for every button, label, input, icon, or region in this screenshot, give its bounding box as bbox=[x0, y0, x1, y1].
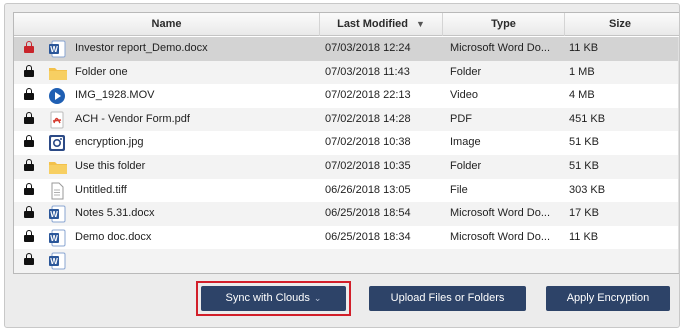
lock-icon bbox=[24, 108, 38, 132]
file-last-modified: 06/25/2018 18:54 bbox=[325, 207, 411, 220]
pdf-icon bbox=[48, 111, 68, 129]
word-doc-icon: W bbox=[48, 40, 68, 58]
vertical-scrollbar[interactable] bbox=[678, 37, 679, 273]
file-name: encryption.jpg bbox=[75, 136, 144, 149]
lock-icon bbox=[24, 249, 38, 273]
file-name: Use this folder bbox=[75, 160, 146, 172]
lock-icon bbox=[24, 226, 38, 250]
file-name: Folder one bbox=[75, 65, 128, 78]
folder-icon bbox=[48, 158, 68, 176]
table-row[interactable]: Use this folder 07/02/2018 10:35 Folder 51 … bbox=[14, 155, 678, 179]
file-size: 1 MB bbox=[569, 65, 595, 78]
svg-text:W: W bbox=[50, 45, 58, 54]
column-header-name[interactable]: Name bbox=[14, 13, 320, 36]
file-size: 4 MB bbox=[569, 89, 595, 102]
file-icon bbox=[48, 182, 68, 200]
file-name: Untitled.tiff bbox=[75, 183, 127, 196]
column-header-last-modified[interactable]: Last Modified ▼ bbox=[320, 13, 443, 36]
sync-with-clouds-button[interactable]: Sync with Clouds ⌄ bbox=[201, 286, 346, 311]
file-name: Demo doc.docx bbox=[75, 230, 152, 243]
table-row[interactable]: encryption.jpg 07/02/2018 10:38 Image 51 KB bbox=[14, 131, 678, 155]
lock-icon bbox=[24, 179, 38, 203]
file-name: IMG_1928.MOV bbox=[75, 89, 155, 102]
file-type: Microsoft Word Do... bbox=[450, 230, 551, 243]
table-row[interactable]: W Investor report_Demo.docx 07/03/2018 12:… bbox=[14, 37, 678, 61]
file-size: 11 KB bbox=[569, 230, 599, 243]
file-size: 51 KB bbox=[569, 160, 599, 172]
table-row[interactable]: W bbox=[14, 249, 678, 273]
file-size: 303 KB bbox=[569, 183, 606, 196]
word-doc-icon: W bbox=[48, 229, 68, 247]
file-last-modified: 07/02/2018 10:38 bbox=[325, 136, 411, 149]
file-last-modified: 06/26/2018 13:05 bbox=[325, 183, 411, 196]
svg-text:W: W bbox=[50, 257, 58, 266]
image-icon bbox=[48, 134, 68, 152]
file-name: Investor report_Demo.docx bbox=[75, 42, 208, 54]
lock-icon bbox=[24, 37, 38, 61]
word-doc-icon: W bbox=[48, 252, 68, 270]
file-type: Microsoft Word Do... bbox=[450, 207, 551, 220]
lock-icon bbox=[24, 131, 38, 155]
file-size: 17 KB bbox=[569, 207, 599, 220]
file-type: Folder bbox=[450, 160, 482, 172]
chevron-down-icon: ⌄ bbox=[313, 293, 322, 303]
svg-text:W: W bbox=[50, 210, 58, 219]
file-last-modified: 07/03/2018 12:24 bbox=[325, 42, 411, 54]
file-last-modified: 07/03/2018 11:43 bbox=[325, 65, 410, 78]
table-row[interactable]: IMG_1928.MOV 07/02/2018 22:13 Video 4 MB bbox=[14, 84, 678, 108]
column-header-size[interactable]: Size bbox=[565, 13, 675, 36]
column-header-last-modified-label: Last Modified bbox=[337, 18, 408, 30]
lock-icon bbox=[24, 61, 38, 85]
file-last-modified bbox=[325, 249, 443, 273]
file-name: ACH - Vendor Form.pdf bbox=[75, 112, 190, 125]
file-type bbox=[450, 249, 565, 273]
file-size: 451 KB bbox=[569, 112, 606, 125]
file-type: File bbox=[450, 183, 468, 196]
file-type: Image bbox=[450, 136, 481, 149]
table-row[interactable]: W Demo doc.docx 06/25/2018 18:34 Microsoft … bbox=[14, 226, 678, 250]
file-type: PDF bbox=[450, 112, 472, 125]
video-play-icon bbox=[48, 87, 68, 105]
file-size: 11 KB bbox=[569, 42, 599, 54]
sort-descending-icon: ▼ bbox=[415, 19, 425, 29]
table-row[interactable]: W Notes 5.31.docx 06/25/2018 18:54 Microsof… bbox=[14, 202, 678, 226]
file-type: Folder bbox=[450, 65, 482, 78]
lock-icon bbox=[24, 202, 38, 226]
file-browser-panel: Name Last Modified ▼ Type Size W Investor … bbox=[4, 3, 680, 328]
table-body: W Investor report_Demo.docx 07/03/2018 12:… bbox=[14, 37, 678, 273]
apply-encryption-button[interactable]: Apply Encryption bbox=[546, 286, 670, 311]
file-last-modified: 07/02/2018 14:28 bbox=[325, 112, 411, 125]
file-last-modified: 07/02/2018 10:35 bbox=[325, 160, 411, 172]
sync-button-label: Sync with Clouds bbox=[225, 292, 310, 304]
upload-files-button[interactable]: Upload Files or Folders bbox=[369, 286, 526, 311]
file-table: Name Last Modified ▼ Type Size W Investor … bbox=[13, 12, 679, 274]
table-row[interactable]: ACH - Vendor Form.pdf 07/02/2018 14:28 PDF… bbox=[14, 107, 678, 132]
table-row[interactable]: Folder one 07/03/2018 11:43 Folder 1 MB bbox=[14, 60, 678, 85]
file-size: 51 KB bbox=[569, 136, 599, 149]
lock-icon bbox=[24, 84, 38, 108]
table-row[interactable]: Untitled.tiff 06/26/2018 13:05 File 303 KB bbox=[14, 179, 678, 203]
folder-icon bbox=[48, 64, 68, 82]
file-size bbox=[569, 249, 649, 273]
file-last-modified: 07/02/2018 22:13 bbox=[325, 89, 411, 102]
lock-icon bbox=[24, 155, 38, 179]
file-type: Microsoft Word Do... bbox=[450, 42, 551, 54]
table-header: Name Last Modified ▼ Type Size bbox=[14, 13, 679, 36]
word-doc-icon: W bbox=[48, 205, 68, 223]
file-type: Video bbox=[450, 89, 478, 102]
column-header-type[interactable]: Type bbox=[443, 13, 565, 36]
svg-text:W: W bbox=[50, 234, 58, 243]
file-name: Notes 5.31.docx bbox=[75, 207, 155, 220]
file-last-modified: 06/25/2018 18:34 bbox=[325, 230, 411, 243]
file-name bbox=[75, 249, 315, 273]
